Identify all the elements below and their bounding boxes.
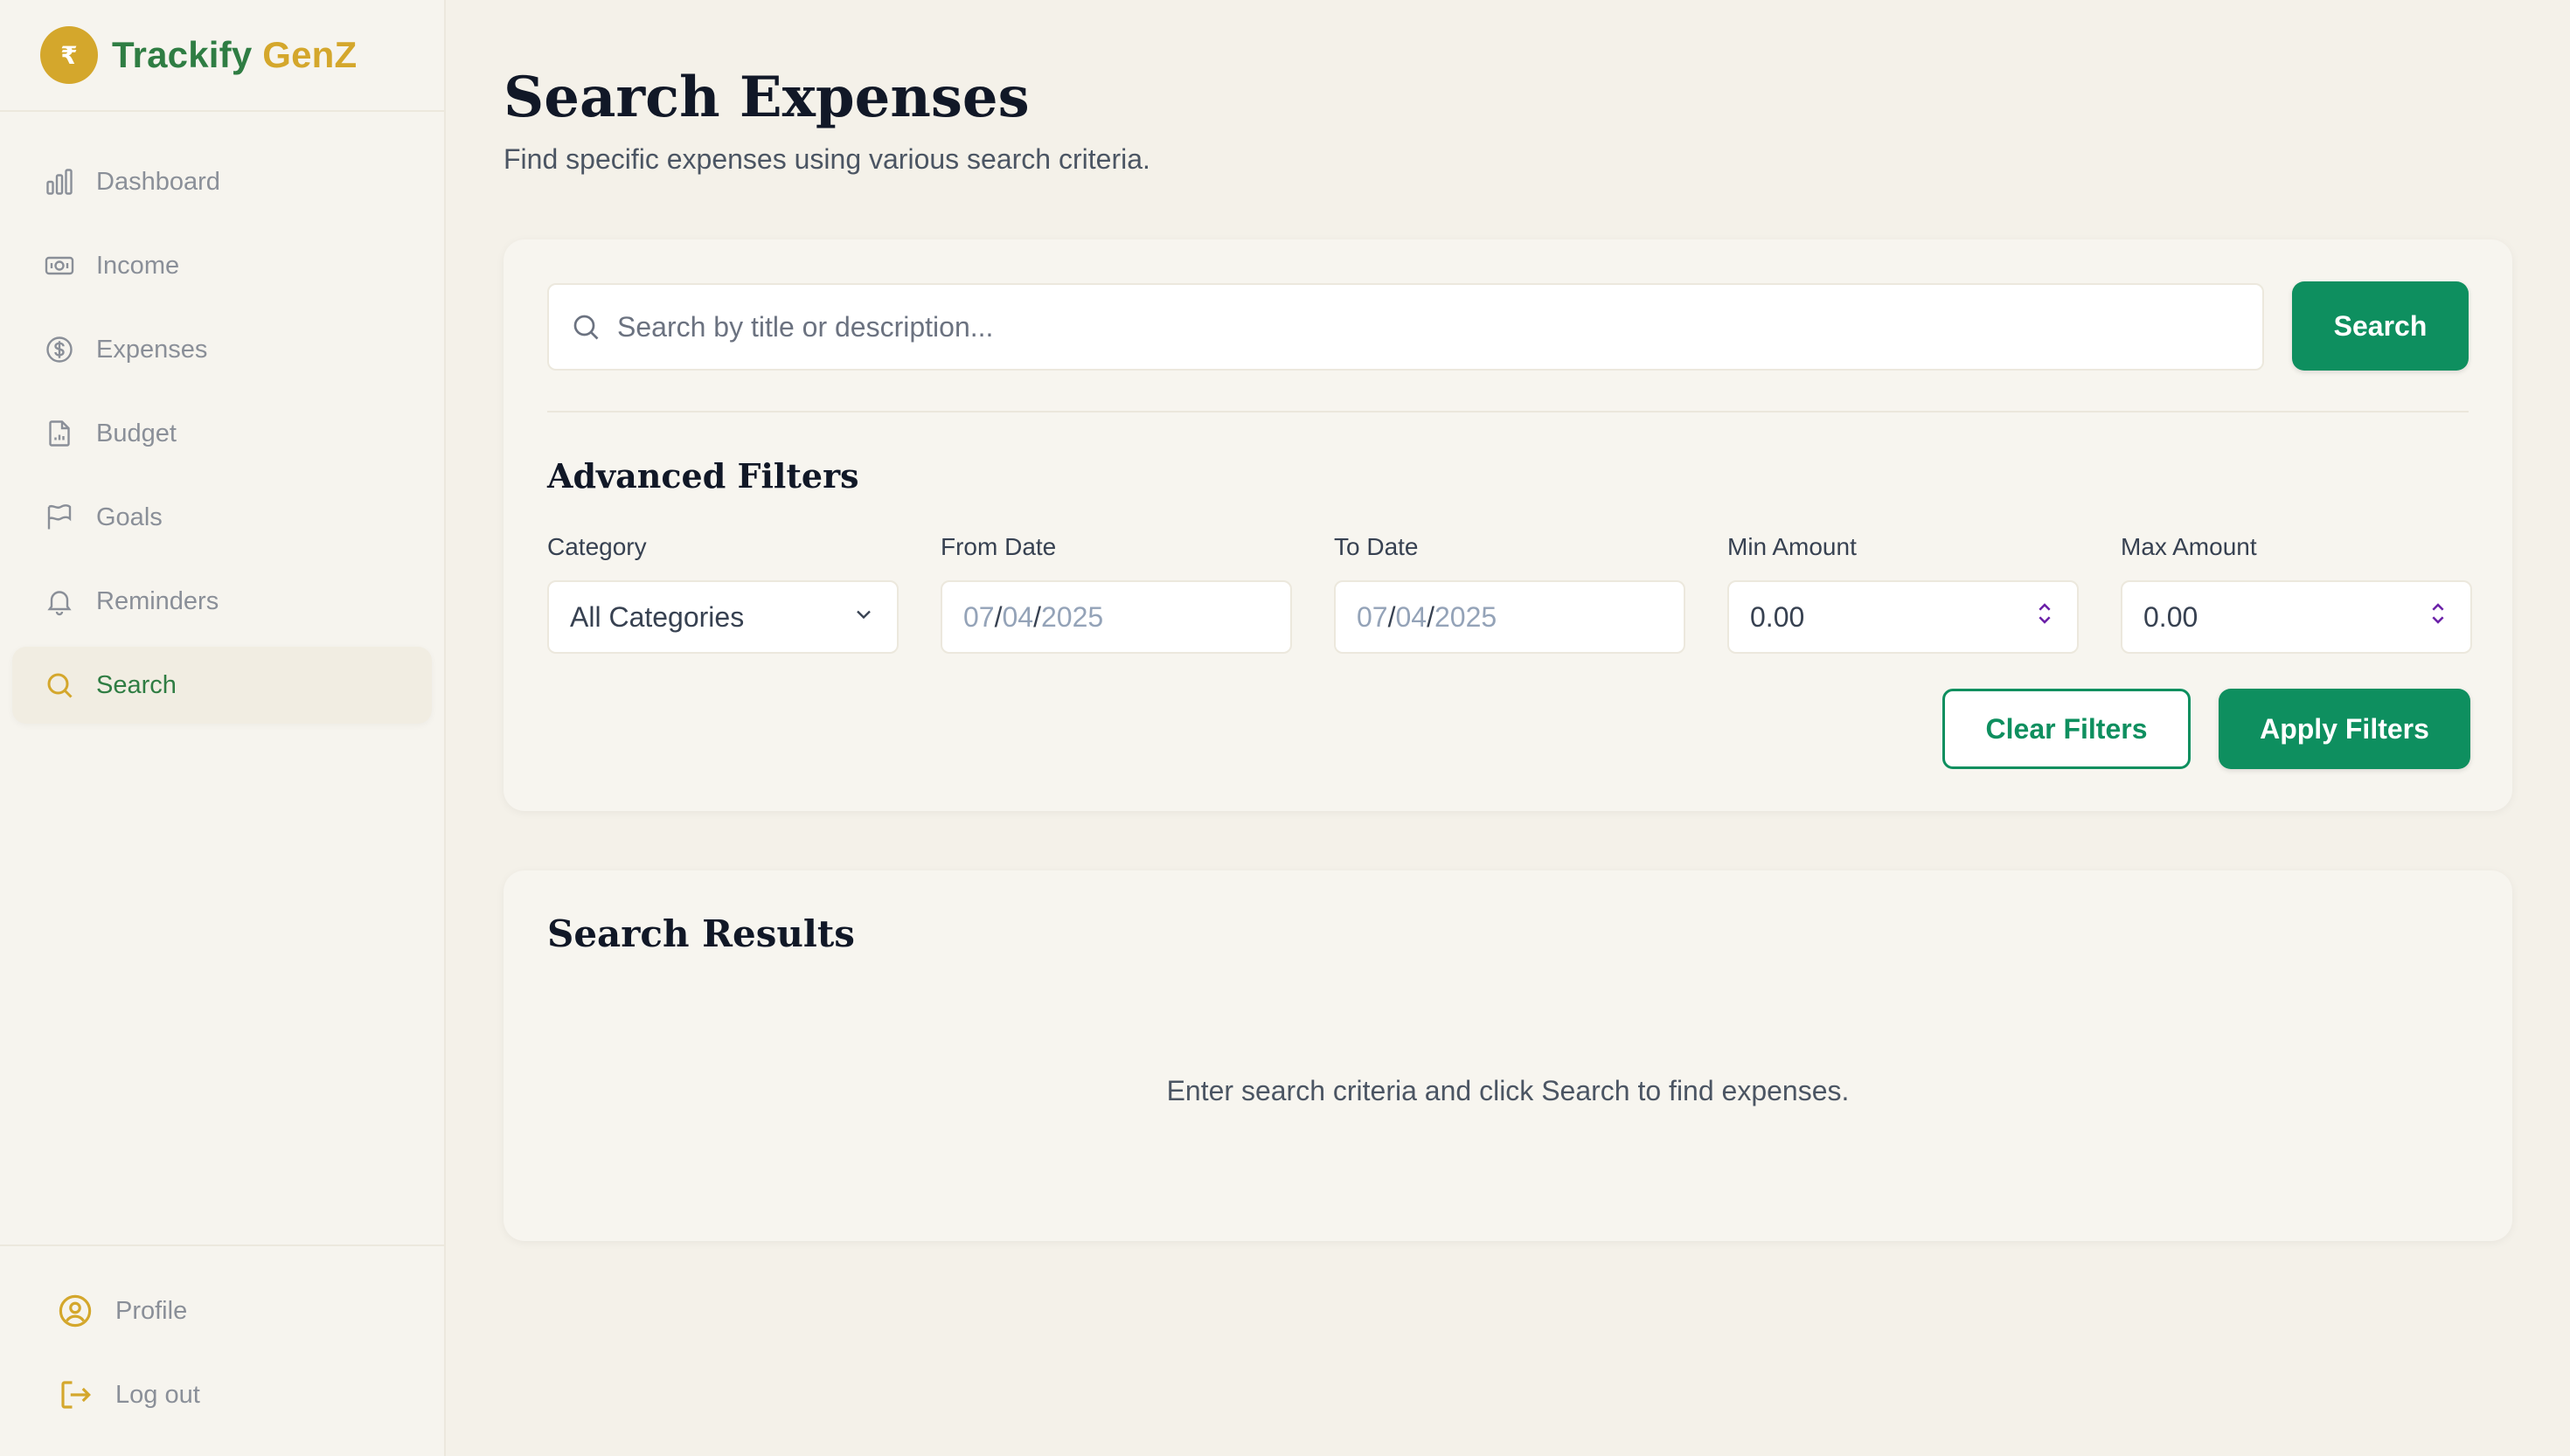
sidebar-item-dashboard[interactable]: Dashboard xyxy=(12,143,432,220)
from-date-filter: From Date 07/04/2025 xyxy=(941,533,1292,654)
sidebar-item-logout[interactable]: Log out xyxy=(12,1356,432,1433)
from-date-month: 07 xyxy=(963,600,995,633)
page-subtitle: Find specific expenses using various sea… xyxy=(504,143,1150,175)
empty-results-message: Enter search criteria and click Search t… xyxy=(1166,1075,1850,1106)
stepper-icon[interactable] xyxy=(2033,599,2056,635)
category-filter: Category All Categories xyxy=(547,533,899,654)
sidebar-item-label: Log out xyxy=(115,1380,200,1409)
chevron-down-icon xyxy=(851,601,876,634)
sidebar-item-label: Search xyxy=(96,670,177,699)
sidebar-item-reminders[interactable]: Reminders xyxy=(12,563,432,640)
banknote-icon xyxy=(42,248,77,283)
to-date-filter: To Date 07/04/2025 xyxy=(1334,533,1685,654)
min-amount-label: Min Amount xyxy=(1727,533,1857,560)
to-date-input[interactable]: 07/04/2025 xyxy=(1334,580,1685,654)
from-date-label: From Date xyxy=(941,533,1057,560)
to-date-year: 2025 xyxy=(1434,600,1497,633)
from-date-day: 04 xyxy=(1002,600,1034,633)
sidebar-bottom: Profile Log out xyxy=(0,1245,444,1456)
brand-logo-symbol: ₹ xyxy=(60,41,78,69)
sidebar-item-search[interactable]: Search xyxy=(12,647,432,724)
min-amount-input[interactable]: 0.00 xyxy=(1727,580,2079,654)
category-value: All Categories xyxy=(570,600,745,633)
user-circle-icon xyxy=(56,1292,94,1330)
to-date-label: To Date xyxy=(1334,533,1419,560)
date-separator: / xyxy=(1427,600,1434,633)
sidebar-item-label: Budget xyxy=(96,419,177,447)
date-separator: / xyxy=(1387,600,1396,633)
search-button[interactable]: Search xyxy=(2292,281,2469,371)
page-title: Search Expenses xyxy=(504,65,1030,130)
rupee-logo-icon: ₹ xyxy=(40,26,98,84)
search-input-wrapper[interactable] xyxy=(547,283,2264,371)
max-amount-filter: Max Amount 0.00 xyxy=(2121,533,2472,654)
category-select[interactable]: All Categories xyxy=(547,580,899,654)
logout-icon xyxy=(56,1376,94,1414)
sidebar-item-budget[interactable]: Budget xyxy=(12,395,432,472)
search-icon xyxy=(568,309,603,344)
stepper-icon[interactable] xyxy=(2427,599,2449,635)
dollar-circle-icon xyxy=(42,332,77,367)
brand-name: Trackify GenZ xyxy=(112,34,357,76)
from-date-input[interactable]: 07/04/2025 xyxy=(941,580,1292,654)
max-amount-value: 0.00 xyxy=(2143,600,2198,633)
sidebar-item-label: Profile xyxy=(115,1296,188,1325)
min-amount-value: 0.00 xyxy=(1750,600,1805,633)
search-input[interactable] xyxy=(617,310,2191,343)
document-icon xyxy=(42,416,77,451)
sidebar-nav: Dashboard Income Expenses Budget Goals R… xyxy=(12,143,432,731)
sidebar-item-label: Expenses xyxy=(96,335,208,364)
from-date-year: 2025 xyxy=(1040,600,1104,633)
date-separator: / xyxy=(994,600,1003,633)
search-icon xyxy=(42,668,77,703)
min-amount-filter: Min Amount 0.00 xyxy=(1727,533,2079,654)
advanced-filters-title: Advanced Filters xyxy=(547,456,859,496)
sidebar-item-income[interactable]: Income xyxy=(12,227,432,304)
sidebar-item-label: Income xyxy=(96,251,180,280)
flag-icon xyxy=(42,500,77,535)
brand-name-part2: GenZ xyxy=(262,34,358,75)
search-card: Search Advanced Filters Category All Cat… xyxy=(504,239,2512,811)
max-amount-label: Max Amount xyxy=(2121,533,2257,560)
divider xyxy=(547,411,2469,413)
category-label: Category xyxy=(547,533,647,560)
date-separator: / xyxy=(1033,600,1041,633)
clear-filters-button[interactable]: Clear Filters xyxy=(1942,689,2191,769)
brand[interactable]: ₹ Trackify GenZ xyxy=(0,0,444,112)
sidebar: ₹ Trackify GenZ Dashboard Income Expense… xyxy=(0,0,446,1456)
sidebar-item-expenses[interactable]: Expenses xyxy=(12,311,432,388)
max-amount-input[interactable]: 0.00 xyxy=(2121,580,2472,654)
sidebar-item-profile[interactable]: Profile xyxy=(12,1272,432,1349)
to-date-day: 04 xyxy=(1395,600,1427,633)
results-title: Search Results xyxy=(547,912,855,955)
sidebar-item-goals[interactable]: Goals xyxy=(12,479,432,556)
results-card: Search Results Enter search criteria and… xyxy=(504,870,2512,1241)
bar-chart-icon xyxy=(42,164,77,199)
sidebar-item-label: Reminders xyxy=(96,586,219,615)
sidebar-item-label: Goals xyxy=(96,503,163,531)
to-date-month: 07 xyxy=(1357,600,1388,633)
bell-icon xyxy=(42,584,77,619)
brand-name-part1: Trackify xyxy=(112,34,253,75)
apply-filters-button[interactable]: Apply Filters xyxy=(2219,689,2470,769)
sidebar-item-label: Dashboard xyxy=(96,167,220,196)
